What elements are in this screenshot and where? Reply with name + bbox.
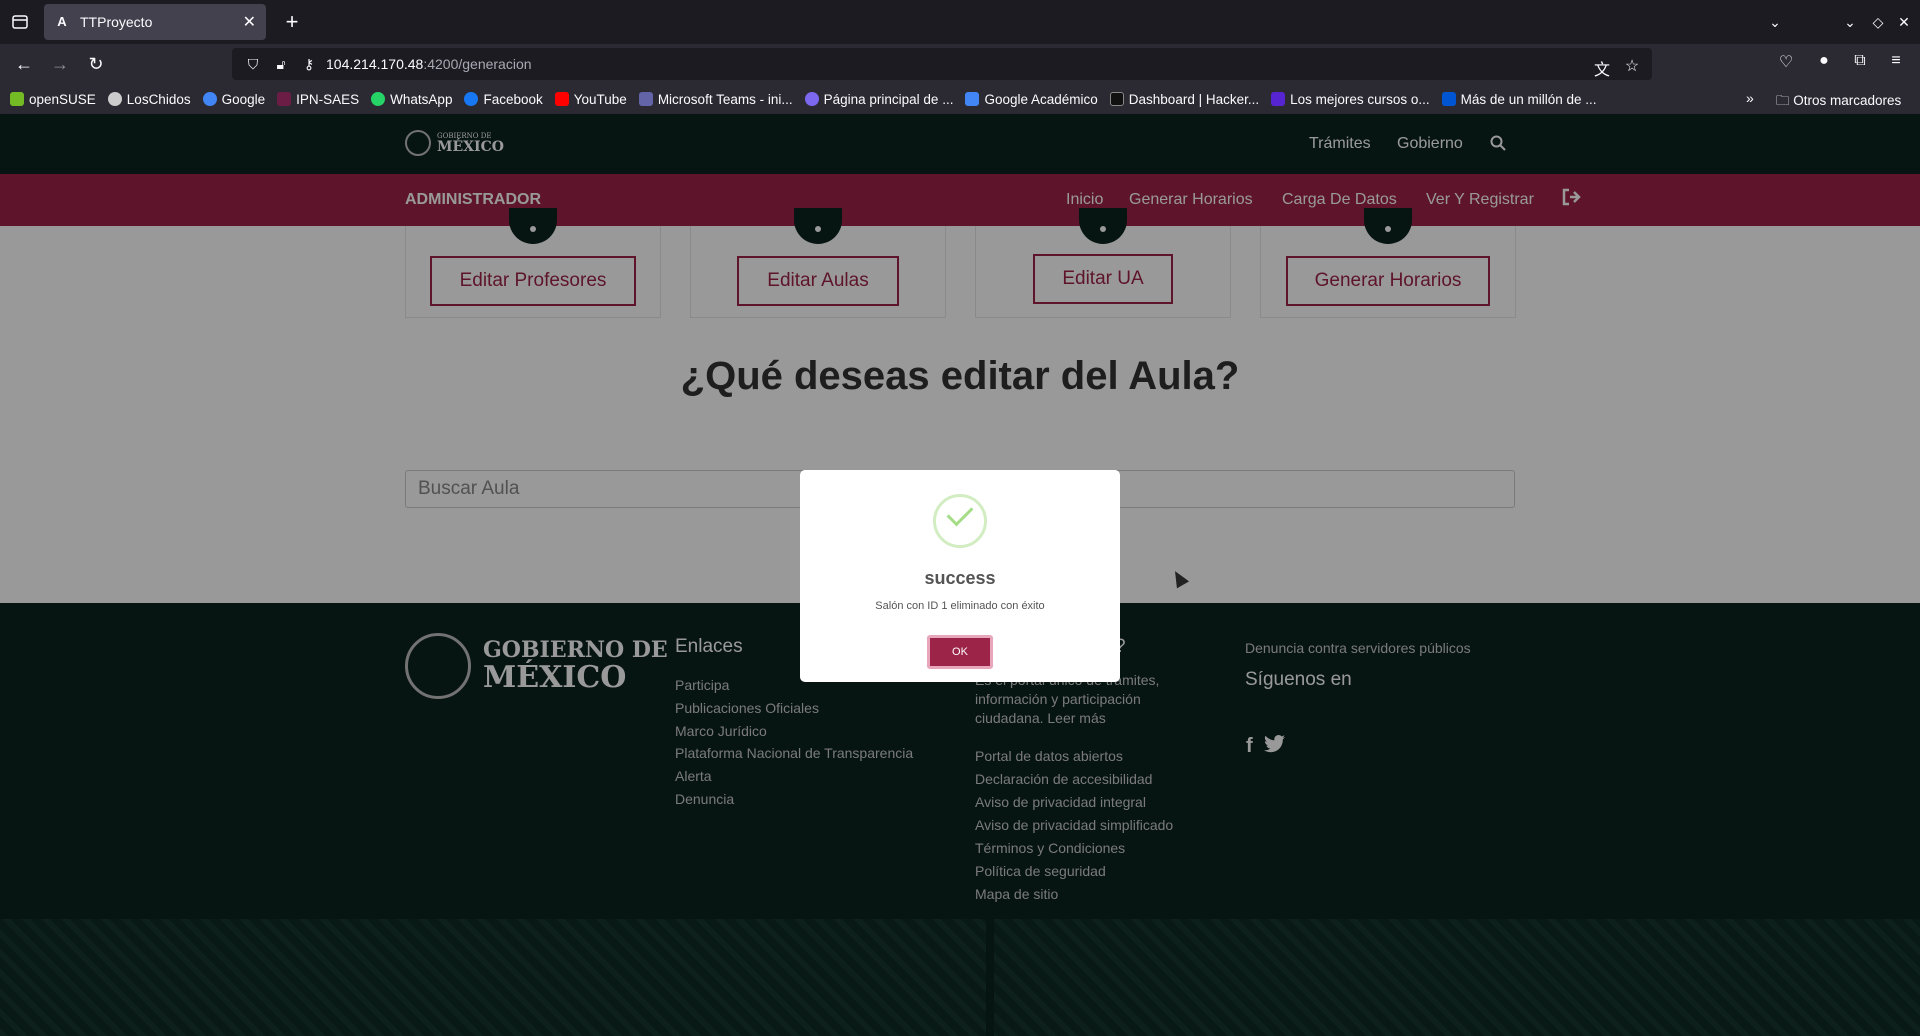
- bookmark-item[interactable]: WhatsApp: [371, 92, 452, 107]
- bookmarks-overflow-icon[interactable]: »: [1746, 90, 1754, 106]
- bookmark-item[interactable]: Google Académico: [965, 91, 1098, 107]
- bookmark-label: LosChidos: [126, 91, 191, 107]
- browser-tab-bar: A TTProyecto ✕ + ⌄ ⌄ ◇ ✕: [0, 0, 1920, 44]
- minimize-icon[interactable]: ⌄: [1838, 10, 1862, 34]
- modal-message: Salón con ID 1 eliminado con éxito: [875, 600, 1045, 612]
- browser-tab[interactable]: A TTProyecto ✕: [44, 4, 266, 40]
- forward-arrow-icon[interactable]: →: [48, 52, 72, 76]
- extensions-icon[interactable]: ⧉: [1850, 52, 1870, 70]
- bookmark-item[interactable]: Dashboard | Hacker...: [1109, 91, 1260, 107]
- bookmark-label: IPN-SAES: [296, 91, 360, 107]
- bookmark-favicon-icon: [638, 92, 653, 106]
- bookmark-item[interactable]: Google: [202, 91, 266, 107]
- url-path: :4200/generacion: [423, 56, 532, 72]
- other-bookmarks-folder[interactable]: 🗀 Otros marcadores: [1776, 91, 1901, 114]
- bookmark-item[interactable]: Facebook: [464, 91, 543, 107]
- window-close-icon[interactable]: ✕: [1892, 10, 1916, 34]
- tab-list-icon[interactable]: [6, 10, 34, 34]
- other-bookmarks-label: Otros marcadores: [1793, 93, 1902, 108]
- bookmark-favicon-icon: [107, 92, 122, 106]
- bookmark-favicon-icon: [1441, 92, 1456, 106]
- tab-overflow-chevron-icon[interactable]: ⌄: [1763, 10, 1787, 34]
- bookmark-label: Facebook: [483, 91, 543, 107]
- pocket-icon[interactable]: ♡: [1776, 52, 1796, 72]
- bookmark-label: WhatsApp: [390, 91, 453, 107]
- bookmark-favicon-icon: [202, 92, 217, 106]
- web-page: GOBIERNO DE MÉXICO Trámites Gobierno ADMI…: [0, 114, 1920, 1036]
- url-bar[interactable]: ⛉ 🔓︎ ⚷ 104.214.170.48:4200/generacion 文 …: [232, 48, 1652, 80]
- bookmark-label: Página principal de ...: [823, 91, 954, 107]
- maximize-icon[interactable]: ◇: [1866, 10, 1890, 34]
- bookmark-item[interactable]: Los mejores cursos o...: [1271, 92, 1430, 107]
- back-arrow-icon[interactable]: ←: [12, 52, 36, 76]
- bookmark-item[interactable]: IPN-SAES: [277, 92, 359, 107]
- bookmark-item[interactable]: LosChidos: [107, 91, 191, 107]
- key-icon[interactable]: ⚷: [298, 56, 320, 73]
- tab-title: TTProyecto: [80, 14, 153, 30]
- ok-button[interactable]: OK: [927, 635, 993, 669]
- menu-icon[interactable]: ≡: [1886, 52, 1906, 70]
- success-modal: success Salón con ID 1 eliminado con éxi…: [800, 470, 1120, 682]
- lock-icon[interactable]: 🔓︎: [270, 56, 292, 73]
- bookmark-label: Más de un millón de ...: [1460, 91, 1597, 107]
- bookmark-favicon-icon: [464, 92, 479, 106]
- browser-nav-bar: ← → ↻ ⛉ 🔓︎ ⚷ 104.214.170.48:4200/generac…: [0, 44, 1920, 84]
- bookmark-item[interactable]: Más de un millón de ...: [1441, 91, 1597, 107]
- shield-icon[interactable]: ⛉: [242, 56, 264, 73]
- bookmark-label: openSUSE: [29, 91, 96, 107]
- bookmark-favicon-icon: [965, 92, 980, 106]
- close-tab-icon[interactable]: ✕: [243, 12, 256, 32]
- bookmark-label: Google Académico: [984, 91, 1098, 107]
- bookmark-favicon-icon: [554, 92, 569, 106]
- tab-favicon-icon: A: [57, 14, 67, 29]
- bookmark-favicon-icon: [1271, 92, 1286, 106]
- bookmark-favicon-icon: [10, 92, 24, 106]
- bookmark-label: Microsoft Teams - ini...: [657, 91, 793, 107]
- bookmark-item[interactable]: openSUSE: [10, 92, 96, 107]
- bookmark-label: Google: [221, 91, 266, 107]
- bookmark-label: Los mejores cursos o...: [1290, 91, 1430, 107]
- bookmark-favicon-icon: [277, 92, 292, 106]
- new-tab-button[interactable]: +: [278, 8, 306, 36]
- url-host: 104.214.170.48: [326, 56, 424, 72]
- bookmark-label: YouTube: [573, 91, 627, 107]
- bookmark-star-icon[interactable]: ☆: [1622, 56, 1642, 76]
- bookmark-favicon-icon: [804, 92, 819, 106]
- bookmark-favicon-icon: [371, 92, 386, 106]
- modal-title: success: [924, 568, 996, 588]
- bookmark-item[interactable]: YouTube: [554, 91, 627, 107]
- bookmarks-bar: openSUSE LosChidos Google IPN-SAES Whats…: [0, 84, 1920, 114]
- translate-icon[interactable]: 文: [1592, 56, 1612, 80]
- bookmark-label: Dashboard | Hacker...: [1128, 91, 1260, 107]
- bookmark-item[interactable]: Página principal de ...: [804, 91, 954, 107]
- account-icon[interactable]: ●: [1814, 52, 1834, 70]
- bookmark-item[interactable]: Microsoft Teams - ini...: [638, 91, 793, 107]
- bookmark-favicon-icon: [1109, 92, 1124, 106]
- reload-icon[interactable]: ↻: [84, 52, 108, 76]
